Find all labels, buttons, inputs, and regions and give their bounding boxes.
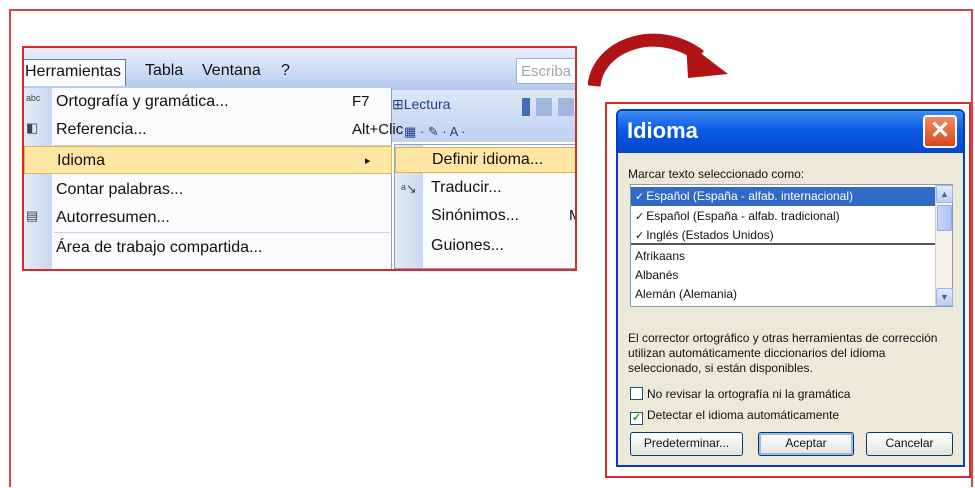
list-item-label: Inglés (Estados Unidos) [646, 228, 774, 242]
submenu-guiones[interactable]: Guiones... [431, 237, 504, 255]
menu-item-idioma[interactable]: Idioma ▸ [24, 146, 392, 174]
format-toolbar-row[interactable]: ▦ · ✎ · A · [404, 124, 465, 140]
submenu-sinonimos[interactable]: Sinónimos... [431, 207, 519, 225]
toolbar-icons[interactable] [522, 98, 575, 116]
spellcheck-icon: ✓ [635, 230, 645, 242]
dialog-titlebar[interactable]: Idioma ✕ [618, 111, 963, 153]
scroll-down-icon[interactable]: ▼ [936, 288, 953, 306]
menu-ventana[interactable]: Ventana [202, 62, 261, 80]
translate-icon: ᵃ↘ [401, 181, 417, 196]
menu-item-referencia[interactable]: Referencia... Alt+Clic [56, 116, 403, 144]
no-revisar-label: No revisar la ortografía ni la gramática [647, 387, 851, 401]
submenu-arrow-icon: ▸ [365, 155, 371, 167]
list-label: Marcar texto seleccionado como: [628, 167, 805, 181]
menu-item-area-trabajo[interactable]: Área de trabajo compartida... [56, 234, 262, 262]
menu-item-label: Autorresumen... [56, 209, 170, 226]
menu-item-contar-palabras[interactable]: Contar palabras... [56, 176, 183, 204]
no-revisar-checkbox-row[interactable]: No revisar la ortografía ni la gramática [630, 387, 850, 401]
spellcheck-icon: ✓ [635, 191, 645, 203]
reference-icon: ◧ [26, 120, 39, 135]
detectar-checkbox-row[interactable]: ✓ Detectar el idioma automáticamente [630, 408, 839, 425]
spelling-icon: ᵃᵇᶜ [26, 92, 41, 107]
list-item[interactable]: ✓ Español (España - alfab. internacional) [631, 187, 935, 206]
menu-item-label: Contar palabras... [56, 181, 184, 198]
herramientas-dropdown: ᵃᵇᶜ ◧ ▤ Ortografía y gramática... F7 Ref… [24, 88, 403, 269]
reading-icon: ⊞ [392, 96, 404, 112]
predeterminar-button[interactable]: Predeterminar... [630, 432, 743, 456]
menu-help[interactable]: ? [281, 62, 290, 80]
idioma-submenu: ❀ ᵃ↘ Definir idioma... Traducir... Sinón… [394, 144, 575, 269]
menu-item-label: Ortografía y gramática... [56, 93, 229, 110]
list-item[interactable]: Afrikaans [631, 247, 935, 266]
scroll-thumb[interactable] [937, 205, 952, 231]
menu-item-label: Referencia... [56, 121, 147, 138]
lectura-label: Lectura [403, 96, 451, 112]
dialog-title: Idioma [627, 118, 698, 143]
cancelar-button[interactable]: Cancelar [866, 432, 953, 456]
menu-item-label: Área de trabajo compartida... [56, 239, 263, 256]
submenu-sinonimos-accel: May [569, 207, 575, 224]
detectar-checkbox[interactable]: ✓ [630, 412, 643, 425]
submenu-definir-idioma[interactable]: Definir idioma... [395, 147, 575, 173]
detectar-label: Detectar el idioma automáticamente [647, 408, 840, 422]
menu-gutter: ᵃᵇᶜ ◧ ▤ [24, 88, 52, 269]
menubar: Herramientas Tabla Ventana ? Escriba [24, 48, 575, 90]
list-item[interactable]: ✓ Inglés (Estados Unidos) [631, 226, 935, 245]
help-search-box[interactable]: Escriba [516, 58, 575, 84]
list-item[interactable]: Alemán (Alemania) [631, 285, 935, 304]
aceptar-button[interactable]: Aceptar [758, 432, 854, 456]
close-icon[interactable]: ✕ [923, 115, 957, 148]
listbox-scrollbar[interactable]: ▲ ▼ [935, 185, 953, 306]
list-item[interactable]: ✓ Español (España - alfab. tradicional) [631, 207, 935, 226]
menu-item-accel: Alt+Clic [352, 121, 404, 138]
word-menu-screenshot: Herramientas Tabla Ventana ? Escriba ⊞Le… [22, 46, 577, 271]
menu-item-label: Idioma [57, 152, 106, 169]
menu-tabla[interactable]: Tabla [145, 62, 183, 80]
menu-herramientas[interactable]: Herramientas [24, 59, 127, 86]
menu-item-ortografia[interactable]: Ortografía y gramática... F7 [56, 88, 370, 116]
curved-arrow-icon [588, 33, 728, 88]
autosummary-icon: ▤ [26, 208, 39, 223]
language-listbox[interactable]: ✓ Español (España - alfab. internacional)… [630, 184, 953, 307]
submenu-traducir[interactable]: Traducir... [431, 179, 502, 197]
idioma-dialog: Idioma ✕ Marcar texto seleccionado como:… [616, 109, 965, 467]
menu-item-autorresumen[interactable]: Autorresumen... [56, 204, 170, 232]
list-item-label: Español (España - alfab. internacional) [646, 189, 854, 203]
list-item[interactable]: Albanés [631, 266, 935, 285]
menu-item-accel: F7 [352, 93, 370, 110]
lectura-button[interactable]: ⊞Lectura [392, 96, 450, 113]
spellcheck-icon: ✓ [635, 211, 645, 223]
menu-separator [54, 232, 390, 233]
scroll-up-icon[interactable]: ▲ [936, 185, 953, 203]
description-text: El corrector ortográfico y otras herrami… [628, 331, 938, 375]
list-item-label: Español (España - alfab. tradicional) [646, 209, 840, 223]
no-revisar-checkbox[interactable] [630, 387, 643, 400]
